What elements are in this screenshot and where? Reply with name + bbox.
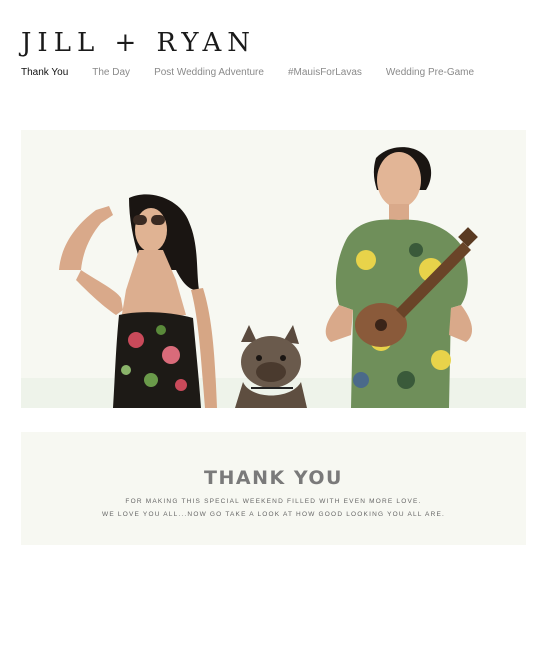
man-figure <box>325 147 478 408</box>
woman-figure <box>59 194 217 408</box>
thank-you-title: THANK YOU <box>204 467 343 489</box>
nav-item-thank-you[interactable]: Thank You <box>21 67 68 78</box>
dog-figure <box>235 325 307 408</box>
thank-you-line-2: WE LOVE YOU ALL...NOW GO TAKE A LOOK AT … <box>102 511 445 518</box>
hero-photo <box>21 130 526 408</box>
main-nav: Thank You The Day Post Wedding Adventure… <box>21 67 498 78</box>
thank-you-section: THANK YOU FOR MAKING THIS SPECIAL WEEKEN… <box>21 432 526 545</box>
nav-item-post-wedding-adventure[interactable]: Post Wedding Adventure <box>154 67 264 78</box>
thank-you-line-1: FOR MAKING THIS SPECIAL WEEKEND FILLED W… <box>125 498 422 505</box>
site-title[interactable]: JILL + RYAN <box>21 28 256 58</box>
couple-photo-illustration <box>59 147 478 408</box>
nav-item-the-day[interactable]: The Day <box>92 67 130 78</box>
nav-item-mauis-for-lavas[interactable]: #MauisForLavas <box>288 67 362 78</box>
nav-item-wedding-pre-game[interactable]: Wedding Pre-Game <box>386 67 474 78</box>
